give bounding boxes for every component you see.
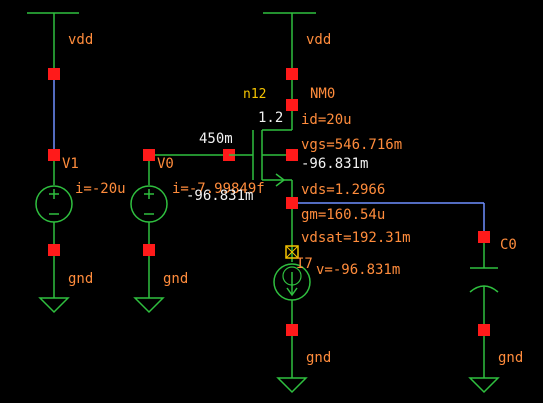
component-name-i7: I7 [296,256,313,272]
ground-symbol [468,377,500,394]
pin[interactable] [286,324,298,336]
net-label-gnd: gnd [498,350,523,366]
pin[interactable] [286,99,298,111]
capacitor-branch[interactable]: C0 gnd [468,203,523,394]
nmos-vdsat: vdsat=192.31m [301,230,411,246]
isrc-voltage: v=-96.831m [316,262,400,278]
nmos-branch[interactable]: vdd n12 NM0 1.2 id=20u vgs=546.716m -96.… [186,12,484,394]
ground-symbol [38,297,70,314]
pin[interactable] [286,149,298,161]
net-label-vdd: vdd [68,32,93,48]
net-label-vdd: vdd [306,32,331,48]
net-label-gnd: gnd [163,271,188,287]
nmos-source-voltage: -96.831m [301,156,368,172]
pin[interactable] [48,68,60,80]
net-name-n12: n12 [243,87,266,102]
ground-symbol [133,297,165,314]
pin[interactable] [286,68,298,80]
component-name-v1: V1 [62,156,79,172]
nmos-id: id=20u [301,112,352,128]
pin[interactable] [48,244,60,256]
pin[interactable] [478,324,490,336]
net-label-gnd: gnd [306,350,331,366]
pin[interactable] [143,149,155,161]
nmos-vds: vds=1.2966 [301,182,385,198]
schematic-canvas[interactable]: vdd V1 i=-20u gnd V0 i=-7.99849f gnd 450… [0,0,543,403]
ground-symbol [276,377,308,394]
pin[interactable] [48,149,60,161]
pin[interactable] [143,244,155,256]
v0-branch[interactable]: V0 i=-7.99849f gnd 450m [130,131,265,314]
v1-branch[interactable]: vdd V1 i=-20u gnd [27,12,126,314]
component-name-v0: V0 [157,156,174,172]
component-name-c0: C0 [500,237,517,253]
pin[interactable] [478,231,490,243]
nmos-width-label: 1.2 [258,110,283,126]
net-label-gnd: gnd [68,271,93,287]
gate-voltage-label: 450m [199,131,233,147]
pin[interactable] [286,197,298,209]
nmos-gm: gm=160.54u [301,207,385,223]
component-name-nm0: NM0 [310,86,335,102]
nmos-vgs: vgs=546.716m [301,137,402,153]
gate-node-voltage: -96.831m [186,188,253,204]
v1-current-value: i=-20u [75,181,126,197]
